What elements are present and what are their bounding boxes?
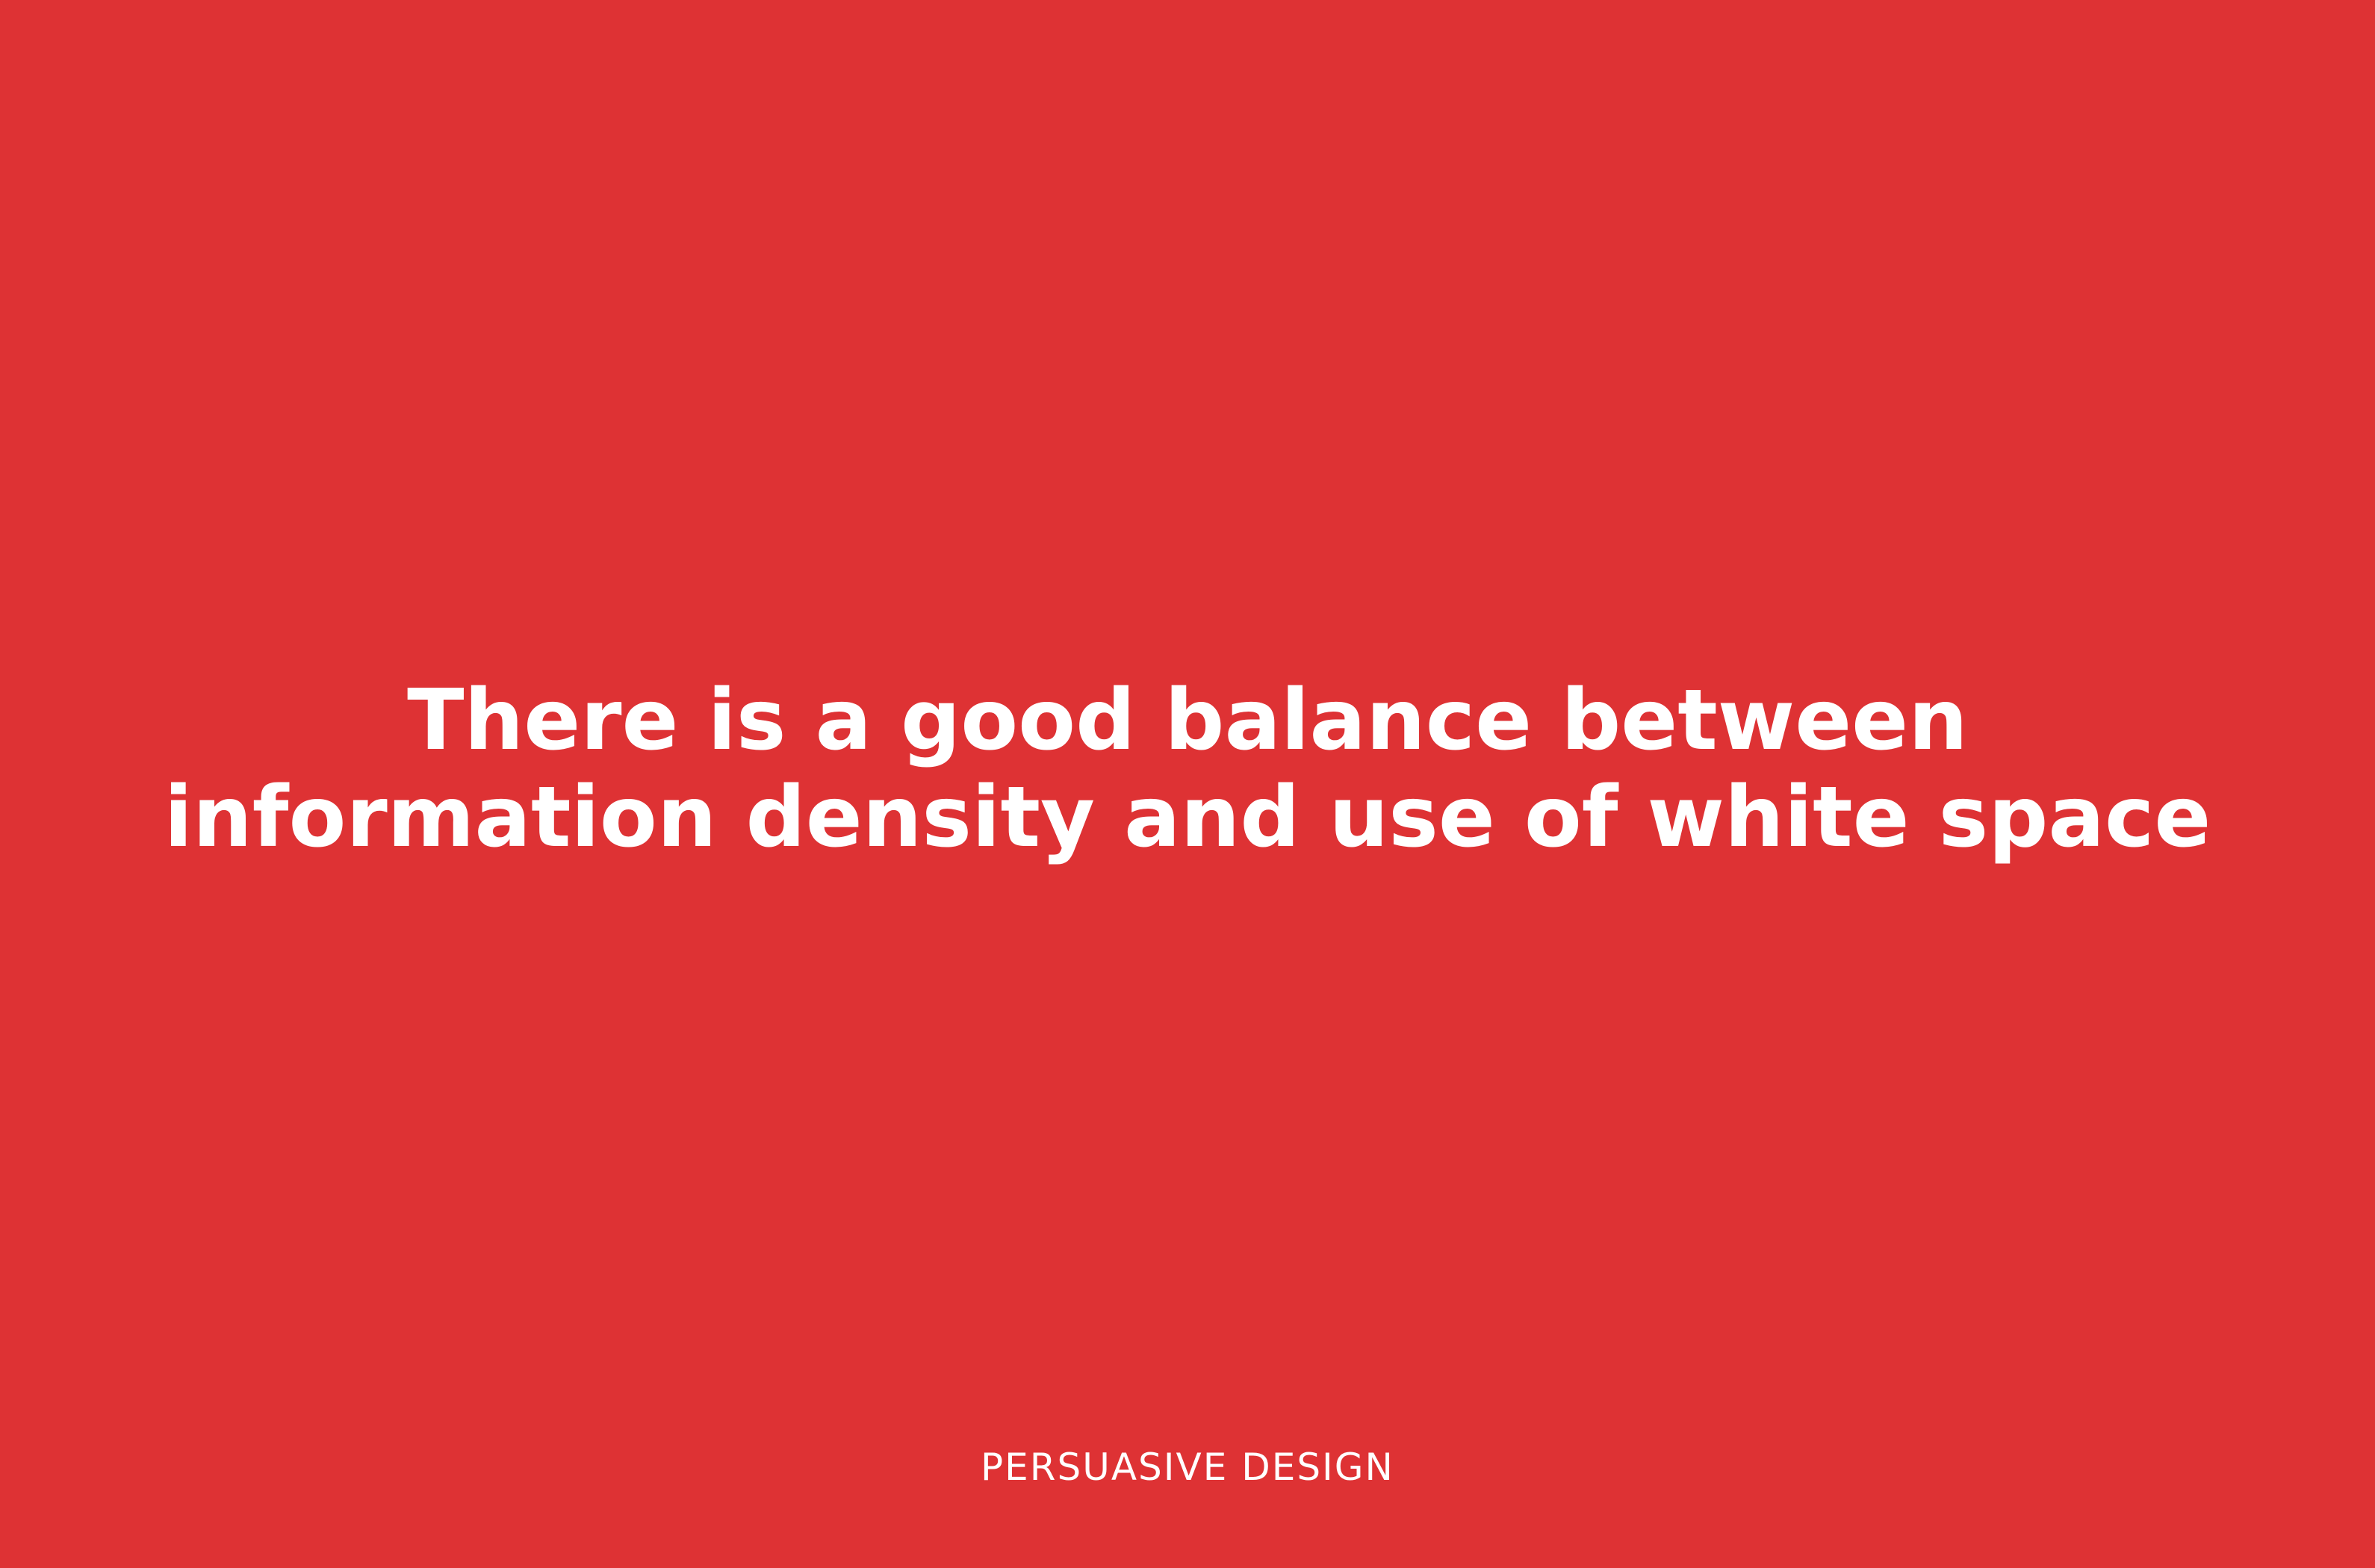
headline-line-2: information density and use of white spa… (164, 769, 2211, 866)
headline-line-1: There is a good balance between (407, 672, 1968, 769)
footer-brand-label: PERSUASIVE DESIGN (981, 1446, 1394, 1489)
slide-background: There is a good balance between informat… (0, 0, 2375, 1568)
headline-statement: There is a good balance between informat… (0, 672, 2375, 866)
